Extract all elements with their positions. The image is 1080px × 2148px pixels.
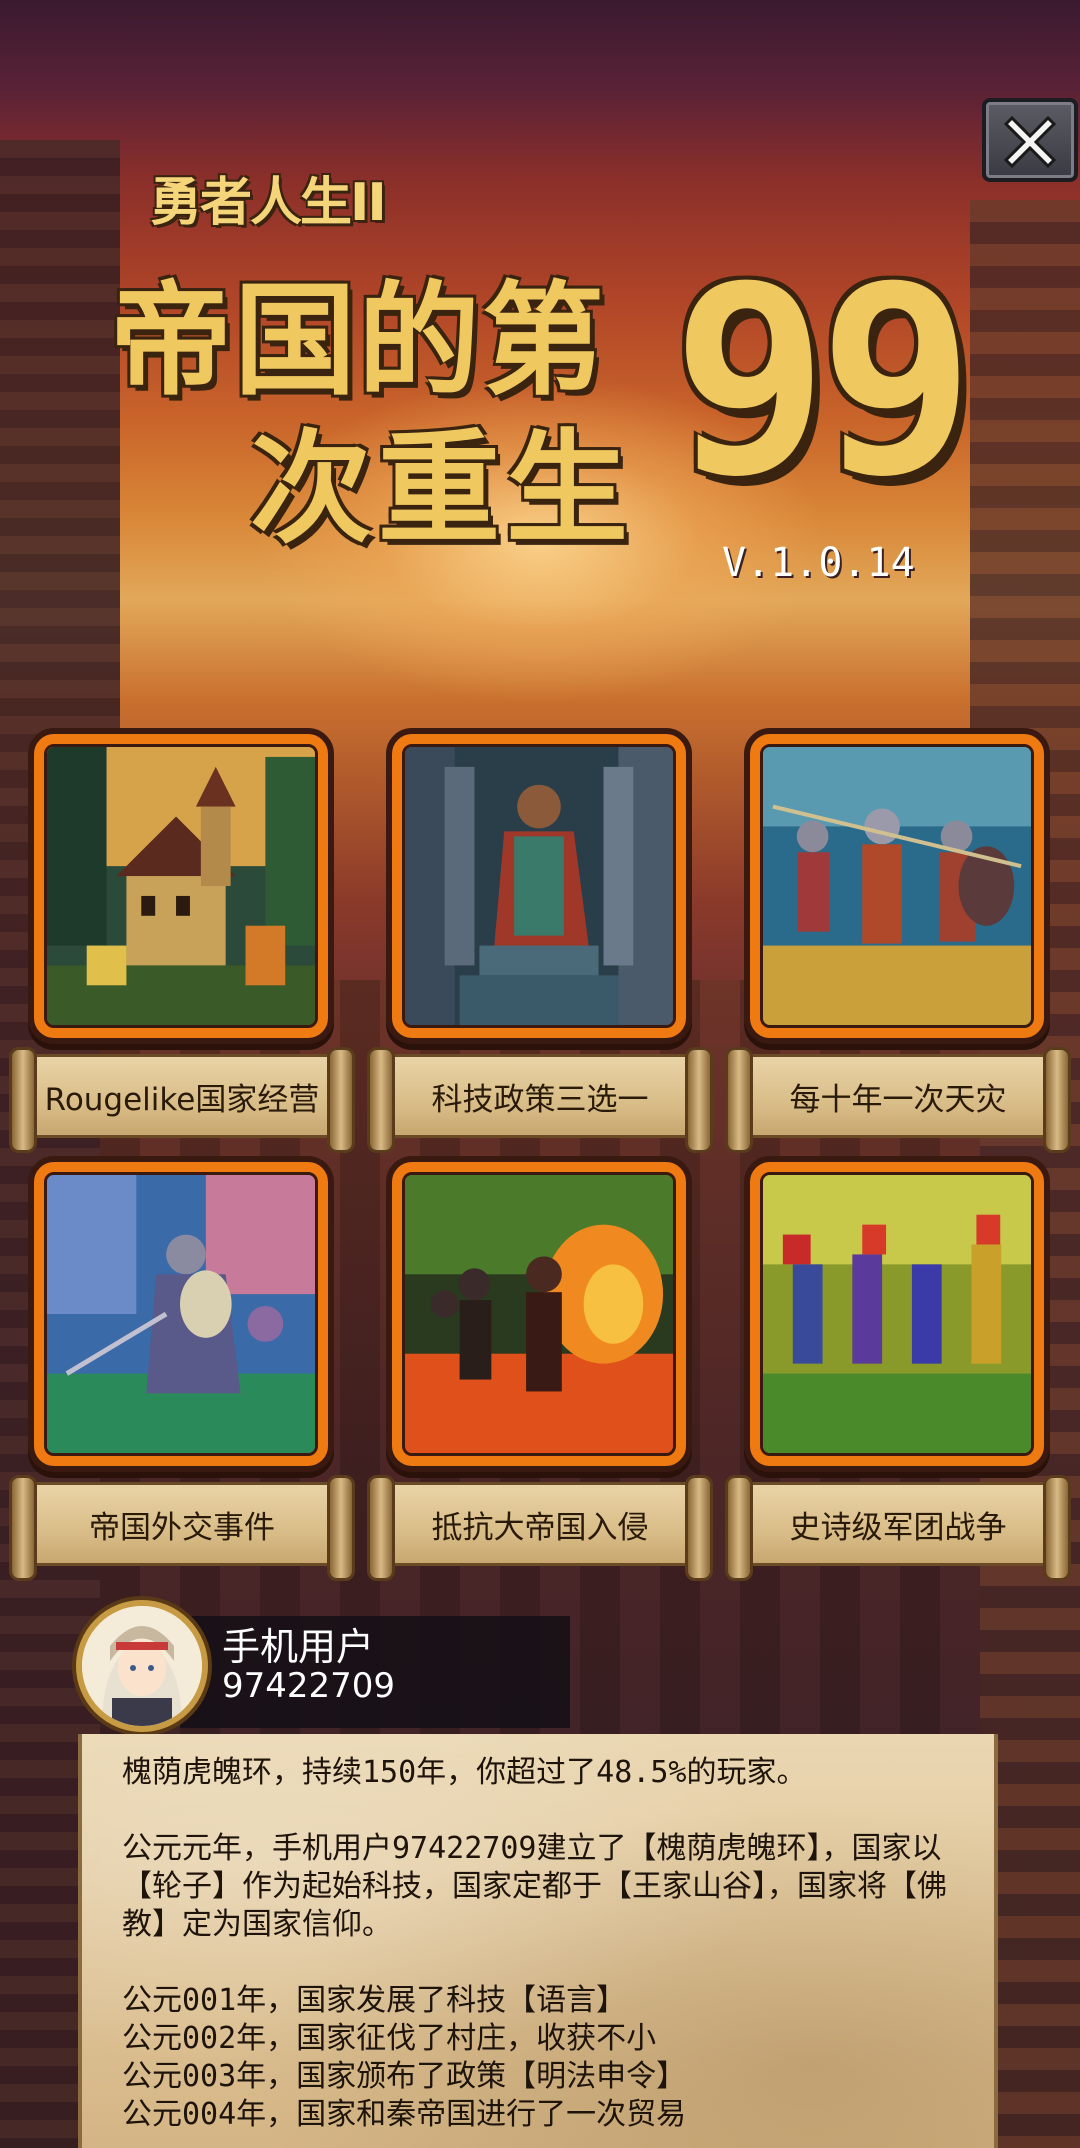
feature-label-6: 史诗级军团战争 bbox=[725, 1475, 1071, 1581]
feature-card-legion[interactable] bbox=[744, 1156, 1050, 1472]
burning-battle-image bbox=[402, 1172, 676, 1456]
feature-card-knight[interactable] bbox=[28, 1156, 334, 1472]
log-spacer bbox=[122, 1944, 958, 1982]
log-summary: 槐荫虎魄环，持续150年，你超过了48.5%的玩家。 bbox=[122, 1755, 807, 1790]
log-spacer bbox=[122, 1792, 958, 1830]
statue-image bbox=[402, 744, 676, 1028]
army-legion-image bbox=[760, 1172, 1034, 1456]
feature-label-3: 每十年一次天灾 bbox=[725, 1047, 1071, 1153]
game-log-parchment[interactable]: 槐荫虎魄环，持续150年，你超过了48.5%的玩家。 公元元年，手机用户9742… bbox=[78, 1734, 998, 2148]
close-icon bbox=[1003, 115, 1057, 168]
game-subtitle: 勇者人生II bbox=[150, 173, 387, 233]
log-event: 公元001年，国家发展了科技【语言】 bbox=[122, 1983, 627, 2018]
feature-card-statue[interactable] bbox=[386, 728, 692, 1044]
feature-label-1: Rougelike国家经营 bbox=[9, 1047, 355, 1153]
feature-card-soldiers[interactable] bbox=[744, 728, 1050, 1044]
medieval-village-image bbox=[44, 744, 318, 1028]
log-founding: 公元元年，手机用户97422709建立了【槐荫虎魄环】，国家以【轮子】作为起始科… bbox=[122, 1831, 947, 1942]
knight-image bbox=[44, 1172, 318, 1456]
log-event: 公元003年，国家颁布了政策【明法申令】 bbox=[122, 2059, 687, 2094]
feature-label-5: 抵抗大帝国入侵 bbox=[367, 1475, 713, 1581]
feature-label-2: 科技政策三选一 bbox=[367, 1047, 713, 1153]
feature-card-battle[interactable] bbox=[386, 1156, 692, 1472]
version-label: V.1.0.14 bbox=[722, 540, 915, 586]
game-title-line2: 次重生 bbox=[250, 418, 634, 560]
game-title-number: 99 bbox=[672, 231, 975, 533]
user-name: 手机用户 bbox=[222, 1625, 375, 1669]
feature-card-village[interactable] bbox=[28, 728, 334, 1044]
user-id: 97422709 bbox=[222, 1666, 396, 1706]
marching-soldiers-image bbox=[760, 744, 1034, 1028]
close-button[interactable] bbox=[982, 98, 1078, 182]
feature-label-4: 帝国外交事件 bbox=[9, 1475, 355, 1581]
log-event: 公元004年，国家和秦帝国进行了一次贸易 bbox=[122, 2097, 687, 2132]
log-event: 公元002年，国家征伐了村庄，收获不小 bbox=[122, 2021, 657, 2056]
avatar-portrait-icon bbox=[82, 1606, 202, 1726]
avatar[interactable] bbox=[76, 1600, 208, 1732]
